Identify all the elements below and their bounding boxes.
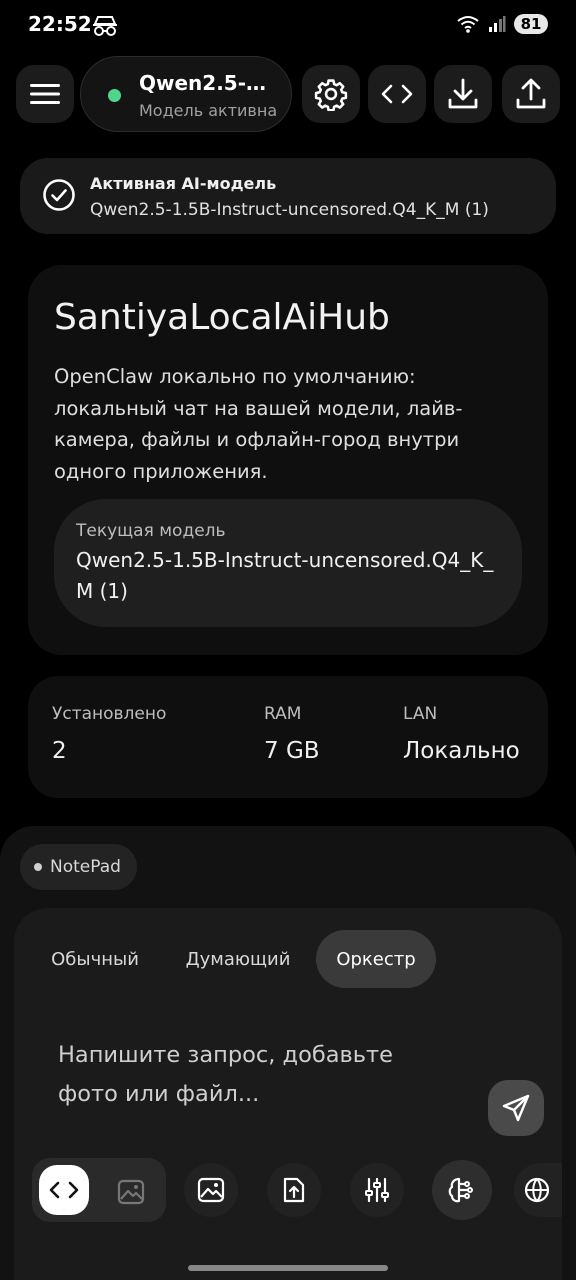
notepad-chip[interactable]: NotePad (20, 844, 137, 890)
brain-icon (448, 1177, 473, 1203)
active-model-banner[interactable]: Активная AI-модель Qwen2.5-1.5B-Instruct… (20, 158, 556, 234)
mode-tab-thinking[interactable]: Думающий (170, 930, 306, 988)
notepad-label: NotePad (50, 857, 121, 877)
code-brackets-icon (381, 84, 413, 104)
chat-bottom-sheet: NotePad Обычный Думающий Оркестр Напишит… (0, 826, 576, 1280)
tool-row (14, 1156, 562, 1224)
upload-button[interactable] (502, 65, 560, 123)
stat-value: 2 (52, 738, 67, 764)
code-button[interactable] (368, 65, 426, 123)
active-model-name: Qwen2.5-1.5B-Instruct-uncensored.Q4_K_M … (90, 200, 489, 220)
mode-tab-orchestra[interactable]: Оркестр (316, 930, 436, 988)
web-button[interactable] (514, 1163, 562, 1217)
signal-icon (489, 16, 506, 32)
top-bar: Qwen2.5-1.5B-Instruct-uncensored.Q4_K_M … (16, 56, 560, 132)
battery-indicator: 81 (514, 14, 548, 34)
upload-file-icon (283, 1177, 305, 1203)
current-model-value: Qwen2.5-1.5B-Instruct-uncensored.Q4_K_M … (76, 548, 494, 603)
stat-value: 7 GB (264, 738, 320, 764)
gear-icon (314, 79, 348, 111)
image-mode-button[interactable] (104, 1165, 158, 1219)
composer: Обычный Думающий Оркестр Напишите запрос… (14, 908, 562, 1280)
code-icon (49, 1181, 79, 1199)
settings-button[interactable] (302, 65, 360, 123)
code-mode-button[interactable] (39, 1165, 89, 1215)
status-indicators: 81 (456, 14, 548, 34)
stat-installed: Установлено 2 (52, 704, 166, 764)
model-selector-status: Модель активна (139, 101, 278, 120)
model-selector[interactable]: Qwen2.5-1.5B-Instruct-uncensored.Q4_K_M … (80, 56, 292, 132)
image-icon (117, 1179, 145, 1205)
status-dot-icon (108, 89, 121, 102)
settings-sliders-button[interactable] (350, 1163, 404, 1217)
sliders-icon (365, 1177, 389, 1203)
stat-label: Установлено (52, 704, 167, 724)
brain-button[interactable] (432, 1160, 492, 1220)
app-title: SantiyaLocalAiHub (54, 297, 390, 338)
active-model-title: Активная AI-модель (90, 174, 277, 193)
app-description: OpenClaw локально по умолчанию: локальны… (54, 365, 463, 483)
send-icon (502, 1094, 530, 1122)
download-icon (448, 78, 478, 109)
tool-group (32, 1158, 166, 1222)
stat-ram: RAM 7 GB (264, 704, 320, 764)
hub-info-card: SantiyaLocalAiHub OpenClaw локально по у… (28, 265, 548, 655)
stat-value: Локально (403, 738, 520, 764)
stat-lan: LAN Локально (403, 704, 520, 764)
download-button[interactable] (434, 65, 492, 123)
dot-icon (34, 863, 42, 871)
gallery-icon (197, 1177, 225, 1203)
home-indicator[interactable] (188, 1265, 388, 1271)
hamburger-icon (30, 84, 60, 104)
stat-label: RAM (264, 704, 302, 724)
menu-button[interactable] (16, 65, 74, 123)
status-bar: 22:52 81 (0, 0, 576, 54)
status-time: 22:52 (28, 12, 92, 36)
prompt-input[interactable]: Напишите запрос, добавьте фото или файл.… (58, 1036, 438, 1114)
current-model-label: Текущая модель (76, 521, 226, 541)
globe-icon (524, 1177, 550, 1203)
wifi-icon (457, 16, 479, 33)
current-model-box: Текущая модель Qwen2.5-1.5B-Instruct-unc… (54, 499, 522, 627)
stat-label: LAN (403, 704, 438, 724)
gallery-button[interactable] (184, 1163, 238, 1217)
stats-card: Установлено 2 RAM 7 GB LAN Локально (28, 676, 548, 798)
upload-icon (516, 78, 546, 109)
send-button[interactable] (488, 1080, 544, 1136)
attach-file-button[interactable] (267, 1163, 321, 1217)
incognito-icon (93, 16, 117, 36)
check-circle-icon (43, 179, 75, 211)
mode-tab-normal[interactable]: Обычный (32, 930, 158, 988)
model-selector-title: Qwen2.5-1.5B-Instruct-uncensored.Q4_K_M … (139, 71, 279, 95)
